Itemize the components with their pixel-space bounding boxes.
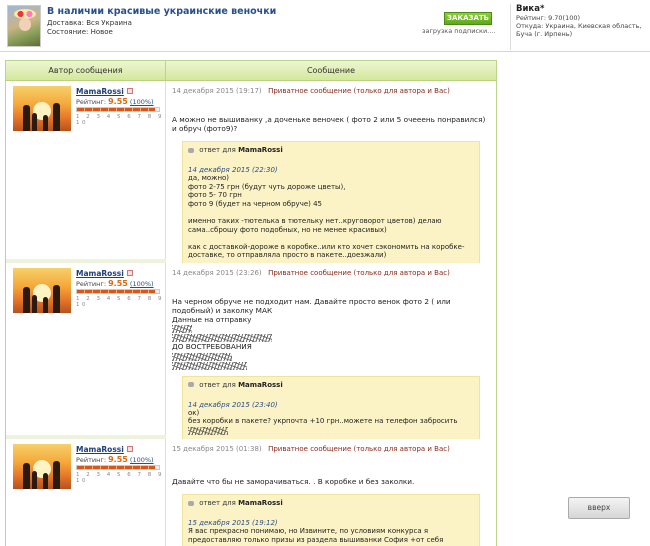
lot-header: В наличии красивые украинские веночки До…	[0, 0, 650, 52]
redacted-phone	[172, 361, 247, 370]
private-label: Приватное сообщение (только для автора и…	[268, 269, 450, 277]
message-row: MamaRossi Рейтинг: 9.55 (100%) 1 2 3 4 5…	[6, 439, 496, 546]
reply-recipient: MamaRossi	[238, 380, 283, 389]
seller-name[interactable]: Вика*	[516, 4, 650, 14]
reply-text: ок) без коробки в пакете? укрпочта +10 г…	[188, 408, 458, 426]
messages-table: Автор сообщения Сообщение MamaRossi Рейт…	[5, 60, 497, 546]
rating-value: 9.55	[108, 279, 128, 288]
reply-date: 14 декабря 2015 (23:40)	[188, 400, 278, 409]
reply-date: 14 декабря 2015 (22:30)	[188, 166, 278, 174]
author-name[interactable]: MamaRossi	[76, 445, 124, 454]
reply-recipient: MamaRossi	[238, 499, 283, 507]
rating-scale: 1 2 3 4 5 6 7 8 9 10	[76, 296, 164, 308]
rating-bar	[76, 107, 160, 112]
message-text: На черном обруче не подходит нам. Давайт…	[172, 297, 451, 324]
author-name[interactable]: MamaRossi	[76, 269, 124, 278]
redacted-phone	[188, 426, 228, 435]
rating-bar	[76, 465, 160, 470]
redacted-address	[172, 352, 232, 361]
author-avatar[interactable]	[13, 86, 71, 131]
seller-info: Вика* Рейтинг: 9.70(100) Откуда: Украина…	[510, 4, 650, 50]
author-rating: Рейтинг: 9.55 (100%)	[76, 97, 154, 106]
private-label: Приватное сообщение (только для автора и…	[268, 87, 450, 95]
scroll-top-button[interactable]: вверх	[568, 497, 630, 519]
seller-city: Буча (г. Ирпень)	[516, 30, 573, 38]
seller-from: Откуда: Украина, Киевская область,	[516, 22, 642, 30]
subscription-loading: загрузка подписки....	[422, 27, 496, 35]
reply-icon	[188, 500, 194, 506]
message-cell: 14 декабря 2015 (23:26) Приватное сообще…	[166, 263, 496, 446]
reply-icon	[188, 382, 194, 388]
message-row: MamaRossi Рейтинг: 9.55 (100%) 1 2 3 4 5…	[6, 263, 496, 446]
lot-title[interactable]: В наличии красивые украинские веночки	[47, 6, 276, 17]
rating-scale: 1 2 3 4 5 6 7 8 9 10	[76, 114, 164, 126]
message-icon[interactable]	[127, 446, 133, 452]
reply-text: Я вас прекрасно понимаю, но Извините, по…	[188, 527, 444, 544]
lot-thumbnail[interactable]	[7, 5, 41, 47]
column-author: Автор сообщения	[6, 61, 166, 81]
message-text: Давайте что бы не заморачиваться. . В ко…	[172, 477, 415, 486]
author-avatar[interactable]	[13, 444, 71, 489]
redacted-address	[172, 325, 192, 333]
redacted-address	[172, 334, 272, 342]
reply-date: 15 декабря 2015 (19:12)	[188, 519, 278, 527]
message-date: 14 декабря 2015 (23:26)	[172, 269, 262, 277]
reply-text: да, можно) фото 2-75 грн (будут чуть дор…	[188, 174, 465, 260]
author-name[interactable]: MamaRossi	[76, 87, 124, 96]
reply-box: ответ для MamaRossi 14 декабря 2015 (22:…	[182, 141, 480, 266]
reply-icon	[188, 147, 194, 153]
table-header: Автор сообщения Сообщение	[6, 61, 496, 81]
order-button[interactable]: ЗАКАЗАТЬ	[444, 12, 492, 25]
author-avatar[interactable]	[13, 268, 71, 313]
message-text-after: ДО ВОСТРЕБОВАНИЯ	[172, 342, 252, 351]
message-cell: 15 декабря 2015 (01:38) Приватное сообще…	[166, 439, 496, 546]
message-date: 15 декабря 2015 (01:38)	[172, 445, 262, 453]
message-cell: 14 декабря 2015 (19:17) Приватное сообще…	[166, 81, 496, 270]
author-rating: Рейтинг: 9.55 (100%)	[76, 455, 154, 464]
private-label: Приватное сообщение (только для автора и…	[268, 445, 450, 453]
reply-header: ответ для MamaRossi	[188, 381, 474, 389]
seller-rating: Рейтинг: 9.70(100)	[516, 14, 581, 22]
rating-scale: 1 2 3 4 5 6 7 8 9 10	[76, 472, 164, 484]
reply-header: ответ для MamaRossi	[188, 499, 474, 507]
message-date: 14 декабря 2015 (19:17)	[172, 87, 262, 95]
reply-header: ответ для MamaRossi	[188, 146, 474, 154]
rating-percent[interactable]: (100%)	[130, 98, 154, 106]
message-row: MamaRossi Рейтинг: 9.55 (100%) 1 2 3 4 5…	[6, 81, 496, 270]
author-cell: MamaRossi Рейтинг: 9.55 (100%) 1 2 3 4 5…	[6, 81, 166, 259]
rating-value: 9.55	[108, 97, 128, 106]
condition-text: Состояние: Новое	[47, 28, 113, 36]
reply-recipient: MamaRossi	[238, 146, 283, 154]
author-cell: MamaRossi Рейтинг: 9.55 (100%) 1 2 3 4 5…	[6, 263, 166, 435]
author-rating: Рейтинг: 9.55 (100%)	[76, 279, 154, 288]
message-icon[interactable]	[127, 270, 133, 276]
delivery-text: Доставка: Вся Украина	[47, 19, 132, 27]
rating-value: 9.55	[108, 455, 128, 464]
lot-meta: Доставка: Вся Украина Состояние: Новое	[47, 19, 132, 37]
rating-percent[interactable]: (100%)	[130, 456, 154, 464]
message-text: А можно не вышиванку ,а доченьке веночек…	[172, 115, 486, 133]
message-icon[interactable]	[127, 88, 133, 94]
reply-box: ответ для MamaRossi 15 декабря 2015 (19:…	[182, 494, 480, 546]
author-cell: MamaRossi Рейтинг: 9.55 (100%) 1 2 3 4 5…	[6, 439, 166, 546]
column-message: Сообщение	[306, 66, 356, 75]
reply-box: ответ для MamaRossi 14 декабря 2015 (23:…	[182, 375, 480, 442]
rating-percent[interactable]: (100%)	[130, 280, 154, 288]
rating-bar	[76, 289, 160, 294]
